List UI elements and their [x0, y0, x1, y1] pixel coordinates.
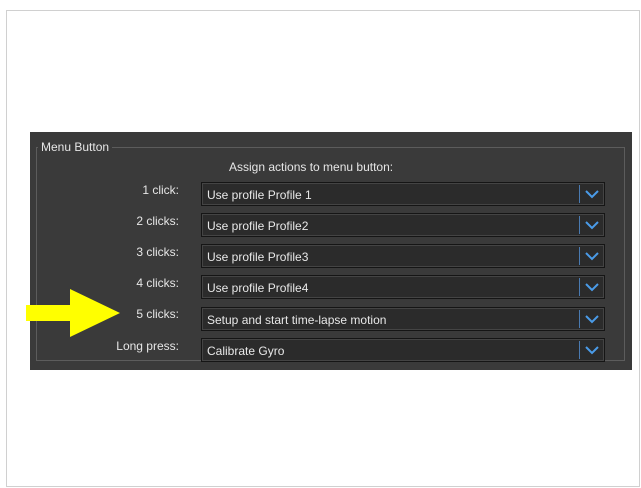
dropdown-separator — [579, 185, 580, 203]
chevron-down-icon[interactable] — [585, 189, 599, 199]
row-label-3-clicks: 3 clicks: — [136, 245, 179, 259]
chevron-down-icon[interactable] — [585, 314, 599, 324]
dropdown-long-press[interactable]: Calibrate Gyro — [201, 338, 605, 362]
right-arrow-icon — [26, 289, 120, 337]
row-label-5-clicks: 5 clicks: — [136, 307, 179, 321]
row-label-long-press: Long press: — [116, 339, 179, 353]
dropdown-value: Use profile Profile4 — [207, 281, 309, 295]
dropdown-1-click[interactable]: Use profile Profile 1 — [201, 182, 605, 206]
menu-button-settings-panel: Menu Button Assign actions to menu butto… — [30, 132, 632, 370]
dropdown-value: Use profile Profile 1 — [207, 188, 312, 202]
row-label-2-clicks: 2 clicks: — [136, 214, 179, 228]
dropdown-value: Use profile Profile3 — [207, 250, 309, 264]
row-label-4-clicks: 4 clicks: — [136, 276, 179, 290]
dropdown-2-clicks[interactable]: Use profile Profile2 — [201, 213, 605, 237]
chevron-down-icon[interactable] — [585, 251, 599, 261]
assign-actions-heading: Assign actions to menu button: — [229, 160, 394, 174]
dropdown-3-clicks[interactable]: Use profile Profile3 — [201, 244, 605, 268]
dropdown-separator — [579, 341, 580, 359]
chevron-down-icon[interactable] — [585, 220, 599, 230]
dropdown-separator — [579, 247, 580, 265]
row-label-1-click: 1 click: — [142, 183, 179, 197]
dropdown-separator — [579, 278, 580, 296]
group-title: Menu Button — [38, 140, 113, 154]
dropdown-value: Setup and start time-lapse motion — [207, 313, 387, 327]
dropdown-5-clicks[interactable]: Setup and start time-lapse motion — [201, 307, 605, 331]
chevron-down-icon[interactable] — [585, 345, 599, 355]
dropdown-4-clicks[interactable]: Use profile Profile4 — [201, 275, 605, 299]
dropdown-separator — [579, 216, 580, 234]
dropdown-separator — [579, 310, 580, 328]
dropdown-value: Use profile Profile2 — [207, 219, 309, 233]
dropdown-value: Calibrate Gyro — [207, 344, 285, 358]
chevron-down-icon[interactable] — [585, 282, 599, 292]
